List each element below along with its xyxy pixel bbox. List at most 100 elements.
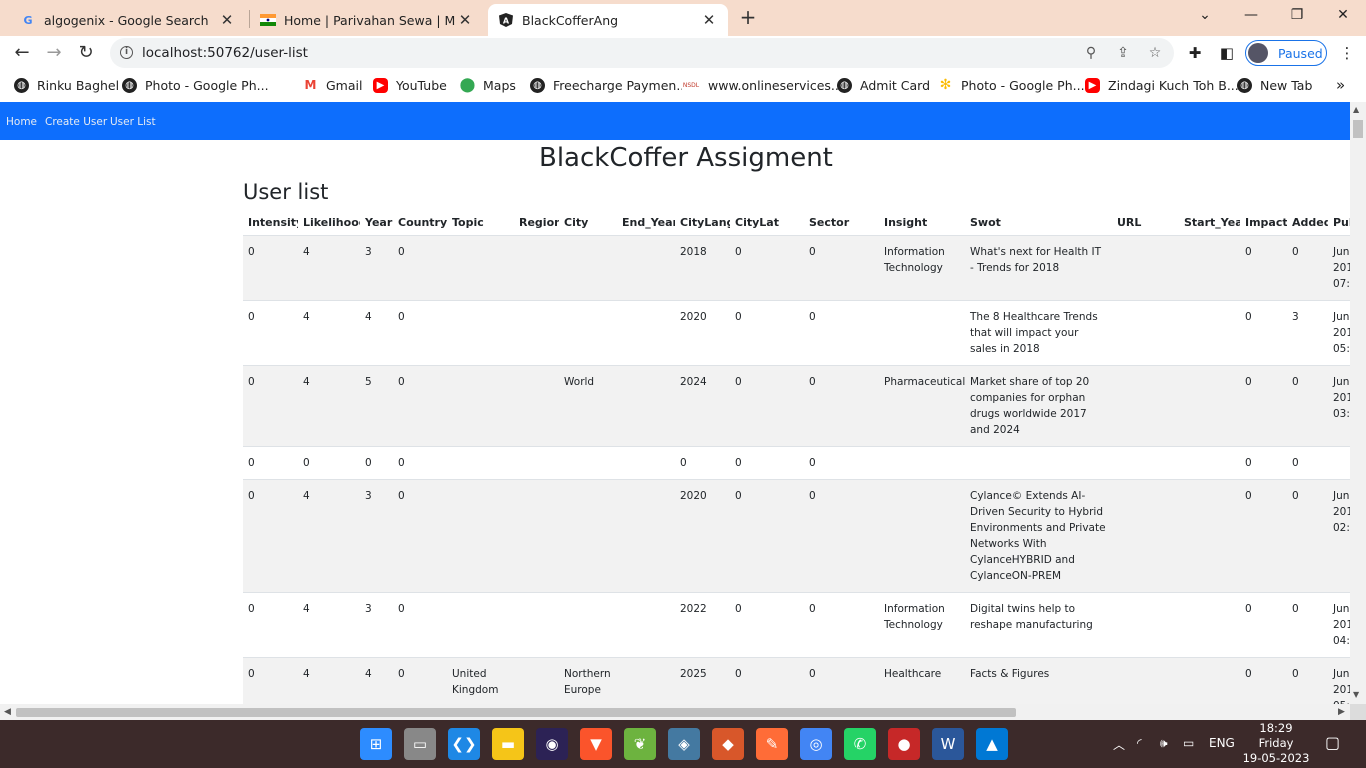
tab-search-icon[interactable]: ⌄ [1182,4,1228,28]
spring-icon[interactable]: ❦ [624,728,656,760]
word-icon[interactable]: W [932,728,964,760]
table-row: 0 4 5 0 World 2024 0 0 Pharmaceuticals Market sha… [243,365,1353,447]
bookmark-label: Photo - Google Ph... [961,77,1085,93]
postman-icon[interactable]: ✎ [756,728,788,760]
table-cell [447,300,514,366]
wifi-icon[interactable]: ◜ [1137,736,1142,750]
git-icon[interactable]: ◆ [712,728,744,760]
table-cell [1112,365,1179,447]
back-button[interactable]: ← [8,40,36,66]
reload-button[interactable]: ↻ [72,40,100,66]
table-cell [617,365,675,447]
youtube-icon: ▶ [1085,77,1100,93]
scroll-left-arrow[interactable]: ◀ [4,707,11,717]
photos-icon[interactable]: ▲ [976,728,1008,760]
column-header: Intensity [243,210,298,236]
new-tab-button[interactable]: + [736,5,760,29]
tab-parivahan[interactable]: Home | Parivahan Sewa | Ministry ✕ [250,4,484,36]
table-cell: 3 [1287,300,1328,366]
tab-blackcofferang[interactable]: A BlackCofferAng ✕ [488,4,728,36]
nav-link-user-list[interactable]: User List [110,116,156,128]
share-icon[interactable]: ⇪ [1114,44,1132,62]
table-cell: 2018 [675,235,730,301]
mysql-icon[interactable]: ◈ [668,728,700,760]
clock-day: Friday [1258,736,1294,750]
nav-link-create-user[interactable]: Create User [45,116,107,128]
table-cell: 0 [1287,365,1328,447]
task-view-icon[interactable]: ▭ [404,728,436,760]
url-text[interactable]: localhost:50762/user-list [142,45,308,61]
scroll-up-arrow[interactable]: ▲ [1353,105,1359,114]
scrollbar-corner [1350,704,1366,720]
table-cell: World [559,365,617,447]
close-tab-icon[interactable]: ✕ [218,11,236,29]
minimize-button[interactable]: — [1228,4,1274,28]
side-panel-icon[interactable]: ◧ [1216,42,1238,64]
scroll-right-arrow[interactable]: ▶ [1338,707,1345,717]
extensions-icon[interactable]: ✚ [1184,42,1206,64]
bookmark-item[interactable]: ✻ Photo - Google Ph... [938,76,1085,94]
zoom-icon[interactable]: ⚲ [1082,44,1100,62]
horizontal-scrollbar[interactable]: ◀ ▶ [0,704,1350,720]
nav-link-home[interactable]: Home [6,116,37,128]
close-tab-icon[interactable]: ✕ [456,11,474,29]
restore-button[interactable]: ❐ [1274,4,1320,28]
tab-google-search[interactable]: G algogenix - Google Search ✕ [10,4,246,36]
forward-button[interactable]: → [40,40,68,66]
notification-icon[interactable]: ▢ [1325,733,1340,752]
site-info-icon[interactable]: i [120,46,133,59]
bookmark-item[interactable]: ◍ Rinku Baghel [14,76,119,94]
scrollbar-thumb[interactable] [16,708,1016,717]
table-cell: 3 [360,479,393,593]
close-window-button[interactable]: ✕ [1320,4,1366,28]
table-cell: Cylance© Extends AI-Driven Security to H… [965,479,1112,593]
whatsapp-icon[interactable]: ✆ [844,728,876,760]
scrollbar-thumb[interactable] [1353,120,1363,138]
eclipse-icon[interactable]: ◉ [536,728,568,760]
page-viewport: Home Create User User List BlackCoffer A… [0,102,1366,720]
file-explorer-icon[interactable]: ▬ [492,728,524,760]
bookmark-item[interactable]: ⬤ Maps [460,76,516,94]
battery-icon[interactable]: ▭ [1183,736,1194,750]
table-cell [617,592,675,658]
bookmark-item[interactable]: ▶ Zindagi Kuch Toh B... [1085,76,1239,94]
language-indicator[interactable]: ENG [1209,736,1235,750]
table-cell: 0 [243,446,298,480]
scroll-down-arrow[interactable]: ▼ [1353,690,1359,699]
chrome-icon[interactable]: ◎ [800,728,832,760]
table-cell: 0 [1240,446,1287,480]
bookmark-item[interactable]: ▶ YouTube [373,76,447,94]
bookmark-item[interactable]: ◍ Freecharge Paymen... [530,76,688,94]
table-cell: Pharmaceuticals [879,365,965,447]
bookmark-label: Admit Card [860,77,931,93]
bookmark-item[interactable]: M Gmail [303,76,362,94]
bookmark-item[interactable]: ◍ Admit Card [837,76,930,94]
table-cell: What's next for Health IT - Trends for 2… [965,235,1112,301]
address-bar[interactable]: i localhost:50762/user-list ⚲ ⇪ ☆ [110,38,1174,68]
table-cell: Information Technology [879,592,965,658]
brave-icon[interactable]: ▼ [580,728,612,760]
table-cell [617,235,675,301]
bookmark-item[interactable]: NSDL www.onlineservices.... [682,76,847,94]
vertical-scrollbar[interactable]: ▲ ▼ [1350,102,1366,704]
table-cell: 2024 [675,365,730,447]
bookmark-item[interactable]: ◍ Photo - Google Ph... [122,76,269,94]
screen-recorder-icon[interactable]: ● [888,728,920,760]
bookmark-star-icon[interactable]: ☆ [1146,44,1164,62]
close-tab-icon[interactable]: ✕ [700,11,718,29]
column-header: End_Year [617,210,675,236]
menu-kebab-icon[interactable]: ⋮ [1336,42,1358,64]
vscode-icon[interactable]: ❮❯ [448,728,480,760]
chevron-up-icon[interactable]: ︿ [1113,736,1125,753]
svg-text:A: A [503,17,510,26]
volume-icon[interactable]: 🕪 [1160,736,1168,751]
table-cell: 0 [730,235,804,301]
profile-button[interactable]: Paused [1245,40,1327,66]
bookmark-item[interactable]: ◍ New Tab [1237,76,1312,94]
windows-start-icon[interactable]: ⊞ [360,728,392,760]
more-bookmarks-button[interactable]: » [1336,76,1345,94]
clock-date: 19-05-2023 [1242,751,1310,765]
globe-icon: ◍ [122,77,137,93]
table-header-row: IntensityLikelihoodYearCountry:TopicRegi… [243,210,1353,236]
system-clock[interactable]: 18:29 Friday 19-05-2023 [1238,721,1314,766]
